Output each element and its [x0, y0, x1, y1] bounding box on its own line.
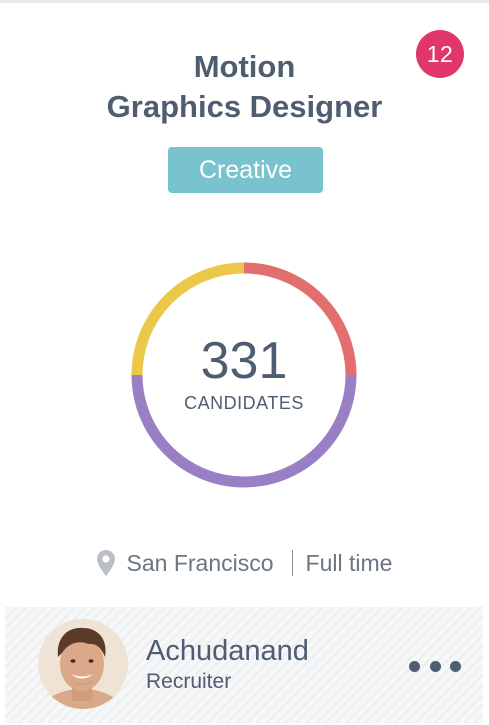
more-dot-icon	[450, 660, 461, 672]
job-meta: San Francisco Full time	[0, 547, 489, 579]
avatar-portrait-icon	[38, 619, 128, 709]
job-card[interactable]: 12 Motion Graphics Designer Creative 331…	[0, 3, 489, 725]
job-title-line1: Motion	[193, 49, 296, 84]
more-options-button[interactable]	[409, 651, 461, 681]
candidate-label: CANDIDATES	[184, 393, 304, 413]
more-dot-icon	[429, 660, 441, 672]
map-pin-icon	[96, 550, 115, 576]
recruiter-bar[interactable]: Achudanand Recruiter	[5, 607, 483, 723]
more-dot-icon	[409, 660, 420, 672]
category-tag[interactable]: Creative	[168, 147, 323, 193]
recruiter-avatar[interactable]	[38, 619, 128, 709]
recruiter-name[interactable]: Achudanand	[146, 635, 309, 667]
recruiter-role: Recruiter	[146, 670, 232, 693]
candidate-count: 331	[200, 332, 288, 390]
employment-type-text: Full time	[305, 549, 393, 576]
job-title: Motion Graphics Designer	[0, 47, 489, 127]
job-title-line2: Graphics Designer	[106, 89, 383, 124]
meta-divider	[291, 550, 293, 576]
location-text: San Francisco	[126, 549, 274, 576]
